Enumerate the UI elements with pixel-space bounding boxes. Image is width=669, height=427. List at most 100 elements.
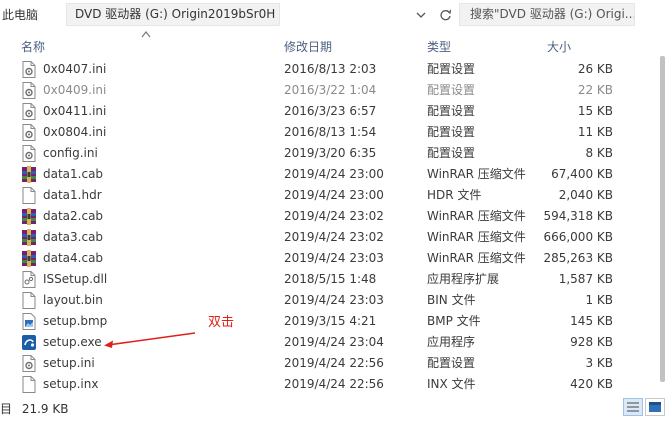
- ini-settings-icon: [21, 124, 37, 141]
- column-header-name[interactable]: 名称: [21, 38, 45, 56]
- file-row[interactable]: 0x0407.ini 2016/8/13 2:03 配置设置 26 KB: [0, 59, 620, 80]
- file-row[interactable]: layout.bin 2019/4/24 23:03 BIN 文件 1 KB: [0, 290, 620, 311]
- address-bar: 此电脑 DVD 驱动器 (G:) Origin2019bSr0H 搜索"DVD …: [0, 0, 669, 30]
- status-bar: 目 21.9 KB: [0, 398, 669, 420]
- file-modified-date: 2019/4/24 23:04: [284, 335, 384, 349]
- column-header-type[interactable]: 类型: [427, 38, 451, 56]
- file-modified-date: 2019/4/24 23:03: [284, 293, 384, 307]
- file-size: 3 KB: [585, 356, 613, 370]
- file-row[interactable]: data3.cab 2019/4/24 23:02 WinRAR 压缩文件 666,0…: [0, 227, 620, 248]
- file-size: 67,400 KB: [551, 167, 613, 181]
- status-glyph: 目: [0, 402, 13, 416]
- vertical-scrollbar[interactable]: [660, 56, 665, 382]
- file-size: 666,000 KB: [543, 230, 613, 244]
- ini-settings-icon: [21, 355, 37, 372]
- file-modified-date: 2019/4/24 22:56: [284, 356, 384, 370]
- file-modified-date: 2019/4/24 22:56: [284, 377, 384, 391]
- file-modified-date: 2019/4/24 23:00: [284, 188, 384, 202]
- file-type: WinRAR 压缩文件: [427, 230, 526, 244]
- file-modified-date: 2019/3/20 6:35: [284, 146, 377, 160]
- file-modified-date: 2019/4/24 23:03: [284, 251, 384, 265]
- file-row[interactable]: setup.exe 2019/4/24 23:04 应用程序 928 KB: [0, 332, 620, 353]
- winrar-archive-icon: [21, 208, 37, 225]
- file-modified-date: 2016/8/13 1:54: [284, 125, 377, 139]
- status-selection-size: 21.9 KB: [21, 402, 69, 416]
- file-size: 928 KB: [570, 335, 613, 349]
- winrar-archive-icon: [21, 229, 37, 246]
- file-type: 配置设置: [427, 146, 476, 160]
- blank-file-icon: [21, 187, 37, 204]
- dll-file-icon: [21, 271, 37, 288]
- file-type: 应用程序: [427, 335, 476, 349]
- blank-file-icon: [21, 292, 37, 309]
- ini-settings-icon: [21, 145, 37, 162]
- setup-exe-icon: [21, 334, 37, 351]
- file-name: layout.bin: [43, 293, 103, 307]
- file-row[interactable]: 0x0411.ini 2016/3/23 6:57 配置设置 15 KB: [0, 101, 620, 122]
- file-row[interactable]: 0x0409.ini 2016/3/22 1:04 配置设置 22 KB: [0, 80, 620, 101]
- file-name: setup.bmp: [43, 314, 108, 328]
- search-input[interactable]: 搜索"DVD 驱动器 (G:) Origi...: [459, 3, 635, 26]
- file-name: 0x0409.ini: [43, 83, 107, 97]
- file-size: 8 KB: [585, 146, 613, 160]
- breadcrumb-current-drive[interactable]: DVD 驱动器 (G:) Origin2019bSr0H: [66, 3, 280, 26]
- breadcrumb-this-pc[interactable]: 此电脑: [0, 5, 38, 25]
- file-type: 配置设置: [427, 83, 476, 97]
- file-modified-date: 2018/5/15 1:48: [284, 272, 377, 286]
- bmp-image-icon: [21, 313, 37, 330]
- file-size: 26 KB: [577, 62, 613, 76]
- file-name: data2.cab: [43, 209, 104, 223]
- file-size: 22 KB: [577, 83, 613, 97]
- winrar-archive-icon: [21, 250, 37, 267]
- file-row[interactable]: data1.cab 2019/4/24 23:00 WinRAR 压缩文件 67,40…: [0, 164, 620, 185]
- history-dropdown-icon[interactable]: [412, 5, 430, 25]
- file-type: BMP 文件: [427, 314, 481, 328]
- file-size: 285,263 KB: [543, 251, 613, 265]
- blank-file-icon: [21, 376, 37, 393]
- ini-settings-icon: [21, 82, 37, 99]
- file-row[interactable]: config.ini 2019/3/20 6:35 配置设置 8 KB: [0, 143, 620, 164]
- file-modified-date: 2016/3/23 6:57: [284, 104, 377, 118]
- file-row[interactable]: 0x0804.ini 2016/8/13 1:54 配置设置 11 KB: [0, 122, 620, 143]
- file-name: data3.cab: [43, 230, 104, 244]
- file-row[interactable]: setup.inx 2019/4/24 22:56 INX 文件 420 KB: [0, 374, 620, 395]
- file-type: 配置设置: [427, 62, 476, 76]
- ini-settings-icon: [21, 103, 37, 120]
- file-size: 420 KB: [570, 377, 613, 391]
- file-modified-date: 2019/4/24 23:00: [284, 167, 384, 181]
- file-name: ISSetup.dll: [43, 272, 108, 286]
- large-icons-view-button[interactable]: [645, 398, 665, 416]
- column-header-size[interactable]: 大小: [547, 38, 571, 56]
- file-row[interactable]: data1.hdr 2019/4/24 23:00 HDR 文件 2,040 KB: [0, 185, 620, 206]
- file-type: 应用程序扩展: [427, 272, 500, 286]
- file-name: data1.hdr: [43, 188, 102, 202]
- file-type: HDR 文件: [427, 188, 482, 202]
- file-size: 15 KB: [577, 104, 613, 118]
- file-modified-date: 2019/4/24 23:02: [284, 230, 384, 244]
- file-row[interactable]: data2.cab 2019/4/24 23:02 WinRAR 压缩文件 594,3…: [0, 206, 620, 227]
- file-modified-date: 2016/8/13 2:03: [284, 62, 377, 76]
- file-type: BIN 文件: [427, 293, 476, 307]
- file-row[interactable]: data4.cab 2019/4/24 23:03 WinRAR 压缩文件 285,2…: [0, 248, 620, 269]
- file-row[interactable]: ISSetup.dll 2018/5/15 1:48 应用程序扩展 1,587 KB: [0, 269, 620, 290]
- file-name: 0x0407.ini: [43, 62, 107, 76]
- file-modified-date: 2016/3/22 1:04: [284, 83, 377, 97]
- file-size: 2,040 KB: [558, 188, 613, 202]
- file-type: WinRAR 压缩文件: [427, 209, 526, 223]
- file-size: 11 KB: [577, 125, 613, 139]
- file-size: 145 KB: [570, 314, 613, 328]
- ini-settings-icon: [21, 61, 37, 78]
- file-row[interactable]: setup.ini 2019/4/24 22:56 配置设置 3 KB: [0, 353, 620, 374]
- details-view-button[interactable]: [623, 398, 643, 416]
- file-size: 1 KB: [585, 293, 613, 307]
- file-type: 配置设置: [427, 125, 476, 139]
- file-row[interactable]: setup.bmp 2019/3/15 4:21 BMP 文件 145 KB: [0, 311, 620, 332]
- file-type: 配置设置: [427, 104, 476, 118]
- annotation-arrow-icon: [104, 332, 196, 348]
- refresh-icon[interactable]: [436, 5, 454, 25]
- column-header-modified[interactable]: 修改日期: [284, 38, 332, 56]
- file-name: setup.inx: [43, 377, 99, 391]
- annotation-double-click-label: 双击: [208, 315, 235, 330]
- sort-ascending-icon: [141, 31, 151, 38]
- file-name: setup.ini: [43, 356, 95, 370]
